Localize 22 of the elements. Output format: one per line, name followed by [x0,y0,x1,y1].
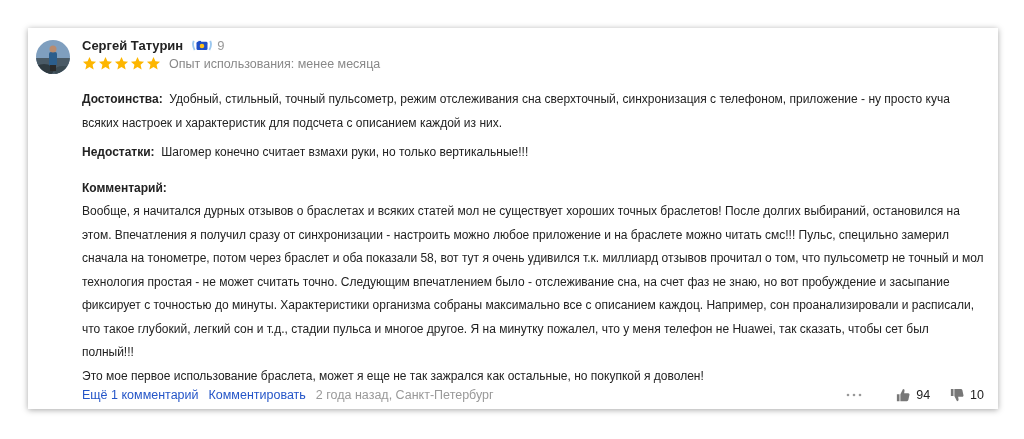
author-name[interactable]: Сергей Татурин [82,38,184,53]
usage-experience: Опыт использования: менее месяца [169,56,381,71]
star-icon [98,56,113,71]
star-icon [114,56,129,71]
badge-icon [191,38,214,53]
star-icon [130,56,145,71]
star-icon [146,56,161,71]
review-meta: 2 года назад, Санкт-Петербург [315,388,494,402]
thumbs-up-icon [896,388,911,402]
comment-text: Вообще, я начитался дурных отзывов о браслетах и всяких статей мол не существует хороших точных браслетов! После долгих выбираний, остановился на этом. Впечатления я получил сразу от синхронизации - настроить можно любое приложение и на браслете можно читать смс!!! Пульс, специльно замерил сначала на тонометре, потом через браслет и оба показали 58, вот тут я очень удивился т.к. миллиард отзывов прочитал о том, что пульсометр не точный и мол технология простая - не может считать точно. Следующим впечатлением было - отслеживание сна, на счет фаз не знаю, но вот пробуждение и засыпание фиксирует с точностью до минуты. Характеристики организма собраны максимально все с описанием каждоц. Например, сон проанализировали и расписали, что такое глубокий, легкий сон и т.д., стадии пульса и многое другое. Я на минутку пожалел, что у меня телефон не Huawei, так сказать, чтобы сет был полный!!! [82,203,984,361]
comment-text: Это мое первое использование браслета, может я еще не так зажрался как остальные, но покупкой я доволен! [82,367,705,385]
more-comments-link[interactable]: Ещё 1 комментарий [82,388,199,402]
comment-label: Комментарий: [82,179,168,197]
pros-text: Достоинства: Удобный, стильный, точный пульсометр, режим отслеживания сна сверхточный, синхронизация с телефоном, приложение - ну просто куча всяких настроек и характеристик для подсчета с описанием каждой из них. [82,91,951,132]
more-icon[interactable] [846,393,863,397]
like-button[interactable]: 94 [886,388,931,402]
star-icon [82,56,97,71]
cons-text: Недостатки: Шагомер конечно считает взмахи руки, но только вертикальные!!! [82,144,530,161]
dislike-button[interactable]: 10 [940,388,984,402]
thumbs-down-icon [950,388,965,402]
comment-link[interactable]: Комментировать [208,388,306,402]
badge-count: 9 [217,38,225,53]
